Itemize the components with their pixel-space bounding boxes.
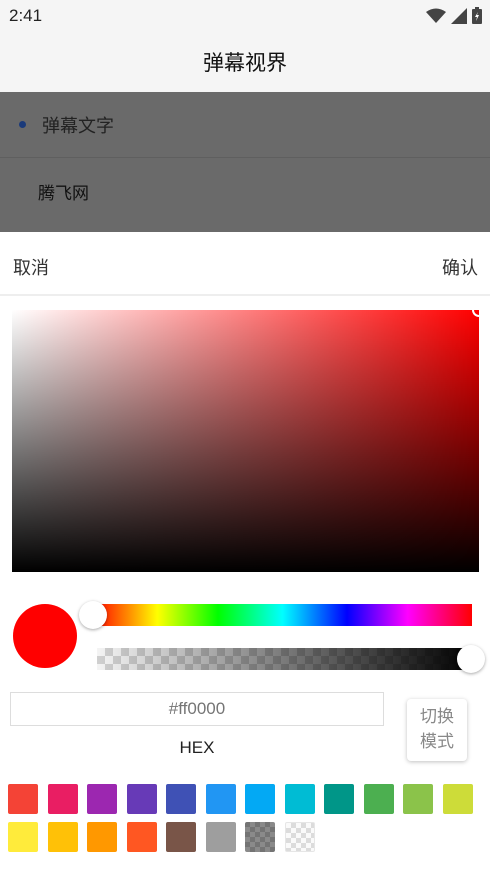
hex-input[interactable]	[10, 692, 384, 726]
color-swatch[interactable]	[166, 784, 196, 814]
hue-slider[interactable]	[79, 601, 472, 629]
color-picker-sheet: 取消 确认 HEX 切换 模式	[0, 232, 490, 872]
app-title: 弹幕视界	[203, 51, 287, 75]
hue-slider-handle[interactable]	[79, 601, 107, 629]
switch-mode-button[interactable]: 切换 模式	[407, 699, 467, 761]
color-swatch[interactable]	[363, 784, 394, 814]
alpha-slider[interactable]	[97, 645, 485, 673]
status-time: 2:41	[9, 6, 43, 25]
dimmed-background-list[interactable]: 弹幕文字 腾飞网	[0, 92, 490, 232]
sv-handle[interactable]	[472, 303, 486, 317]
status-icons	[426, 7, 482, 24]
color-swatch[interactable]	[166, 822, 196, 852]
color-preview-circle	[13, 604, 77, 668]
saturation-value-panel[interactable]	[12, 303, 486, 572]
color-swatch[interactable]	[8, 784, 38, 814]
color-swatch[interactable]	[442, 784, 473, 814]
color-swatch[interactable]	[284, 822, 315, 852]
sheet-header: 取消 确认	[0, 232, 490, 296]
list-item-label: 弹幕文字	[42, 115, 114, 137]
alpha-slider-handle[interactable]	[457, 645, 485, 673]
color-swatch[interactable]	[87, 822, 117, 852]
color-swatch[interactable]	[126, 784, 157, 814]
selected-dot-icon	[19, 121, 26, 128]
battery-icon	[472, 7, 482, 24]
color-swatch[interactable]	[403, 784, 433, 814]
color-swatch[interactable]	[284, 784, 315, 814]
swatch-row	[8, 784, 478, 814]
signal-icon	[451, 7, 467, 24]
swatch-row	[8, 822, 478, 852]
cancel-button[interactable]: 取消	[13, 254, 49, 280]
color-swatch[interactable]	[8, 822, 38, 852]
color-swatch[interactable]	[324, 784, 354, 814]
color-swatches	[8, 784, 478, 860]
wifi-icon	[426, 8, 446, 23]
color-swatch[interactable]	[205, 784, 236, 814]
list-item-danmaku-text[interactable]: 弹幕文字	[0, 92, 490, 158]
color-swatch[interactable]	[245, 822, 275, 852]
color-swatch[interactable]	[245, 784, 275, 814]
color-swatch[interactable]	[47, 822, 78, 852]
color-swatch[interactable]	[87, 784, 117, 814]
status-bar: 2:41	[0, 0, 490, 32]
color-swatch[interactable]	[205, 822, 236, 852]
hex-label: HEX	[179, 738, 215, 757]
list-item-tengfei[interactable]: 腾飞网	[0, 158, 490, 224]
app-bar: 弹幕视界	[0, 32, 490, 92]
confirm-button[interactable]: 确认	[442, 254, 478, 280]
color-swatch[interactable]	[47, 784, 78, 814]
color-swatch[interactable]	[126, 822, 157, 852]
list-item-label: 腾飞网	[38, 183, 89, 204]
